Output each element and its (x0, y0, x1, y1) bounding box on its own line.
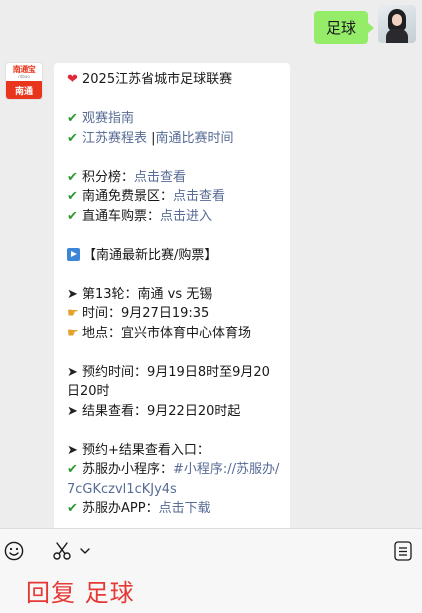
input-toolbar: 回复 足球 (0, 528, 422, 613)
arrow-icon: ➤ (67, 403, 78, 419)
round-line: ➤ 第13轮：南通 vs 无锡 (67, 285, 282, 305)
play-icon (67, 247, 80, 261)
message-title-line: ❤ 2025江苏省城市足球联赛 (67, 70, 282, 90)
check-icon: ✔ (67, 208, 78, 224)
standings-line: ✔ 积分榜：点击查看 (67, 168, 282, 188)
entry-text: 预约+结果查看入口： (82, 442, 210, 458)
check-icon: ✔ (67, 111, 78, 126)
official-message-bubble: ❤ 2025江苏省城市足球联赛 ✔ 观赛指南 ✔ 江苏赛程表 |南通比赛时间 ✔ 积分榜… (54, 63, 290, 543)
user-message-row: 足球 (313, 5, 416, 44)
direct-bus-label: 直通车购票： (82, 208, 161, 224)
location-text: 地点：宜兴市体育中心体育场 (82, 325, 252, 341)
viewing-guide-link[interactable]: 观赛指南 (82, 111, 134, 126)
result-check-line: ➤ 结果查看：9月22日20时起 (67, 402, 282, 422)
nantong-match-time-link[interactable]: 南通比赛时间 (156, 131, 234, 146)
check-icon: ✔ (67, 462, 78, 477)
menu-icon[interactable] (394, 541, 412, 561)
avatar-face (392, 14, 402, 26)
avatar-logo-site: ntbao (18, 74, 30, 79)
location-line: ☛ 地点：宜兴市体育中心体育场 (67, 324, 282, 344)
suban-app-link[interactable]: 点击下载 (159, 501, 211, 516)
chat-area: 足球 南通宝 ntbao 南通 ❤ 2025江苏省城市足球联赛 ✔ 观赛指南 ✔ 江苏… (0, 0, 422, 543)
suban-miniprogram-line: ✔ 苏服办小程序：#小程序://苏服办/7cGKczvl1cKJy4s (67, 460, 282, 499)
entry-line: ➤ 预约+结果查看入口： (67, 441, 282, 461)
direct-bus-line: ✔ 直通车购票：点击进入 (67, 207, 282, 227)
round-text: 第13轮：南通 vs 无锡 (82, 286, 213, 302)
avatar-name-badge: 南通 (6, 81, 42, 99)
check-icon: ✔ (67, 169, 78, 185)
standings-label: 积分榜： (82, 169, 135, 185)
arrow-icon: ➤ (67, 442, 78, 458)
arrow-icon: ➤ (67, 286, 78, 302)
suban-app-label: 苏服办APP： (82, 501, 159, 516)
check-icon: ✔ (67, 130, 78, 146)
official-account-avatar[interactable]: 南通宝 ntbao 南通 (6, 63, 42, 99)
user-message-bubble[interactable]: 足球 (313, 11, 375, 44)
standings-link[interactable]: 点击查看 (134, 170, 186, 185)
heart-icon: ❤ (67, 72, 78, 87)
viewing-guide-line: ✔ 观赛指南 (67, 109, 282, 129)
booking-time-text: 预约时间：9月19日8时至9月20日20时 (67, 364, 270, 400)
time-line: ☛ 时间：9月27日19:35 (67, 304, 282, 324)
check-icon: ✔ (67, 189, 78, 204)
avatar-logo-area: 南通宝 ntbao (6, 63, 42, 81)
schedule-line: ✔ 江苏赛程表 |南通比赛时间 (67, 129, 282, 149)
latest-section-line: 【南通最新比赛/购票】 (67, 246, 282, 266)
free-scenic-label: 南通免费景区： (82, 189, 174, 204)
scissors-icon[interactable] (52, 541, 72, 561)
pointing-hand-icon: ☛ (67, 306, 79, 321)
direct-bus-link[interactable]: 点击进入 (160, 209, 212, 224)
latest-section-heading: 【南通最新比赛/购票】 (83, 247, 218, 263)
result-check-text: 结果查看：9月22日20时起 (82, 403, 241, 419)
suban-app-line: ✔ 苏服办APP：点击下载 (67, 499, 282, 519)
pointing-hand-icon: ☛ (67, 325, 79, 341)
check-icon: ✔ (67, 501, 78, 516)
time-text: 时间：9月27日19:35 (82, 306, 210, 321)
avatar-logo-text: 南通宝 (12, 65, 36, 74)
jiangsu-schedule-link[interactable]: 江苏赛程表 (82, 131, 147, 146)
emoji-icon[interactable] (4, 541, 24, 561)
free-scenic-line: ✔ 南通免费景区：点击查看 (67, 187, 282, 207)
arrow-icon: ➤ (67, 364, 78, 380)
user-avatar[interactable] (378, 5, 416, 43)
message-title: 2025江苏省城市足球联赛 (82, 72, 233, 87)
reply-caption: 回复 足球 (26, 579, 135, 607)
free-scenic-link[interactable]: 点击查看 (173, 189, 225, 204)
booking-time-line: ➤ 预约时间：9月19日8时至9月20日20时 (67, 363, 282, 402)
chevron-down-icon[interactable] (80, 547, 90, 555)
avatar-body (386, 29, 408, 43)
suban-miniprogram-label: 苏服办小程序： (82, 462, 174, 477)
